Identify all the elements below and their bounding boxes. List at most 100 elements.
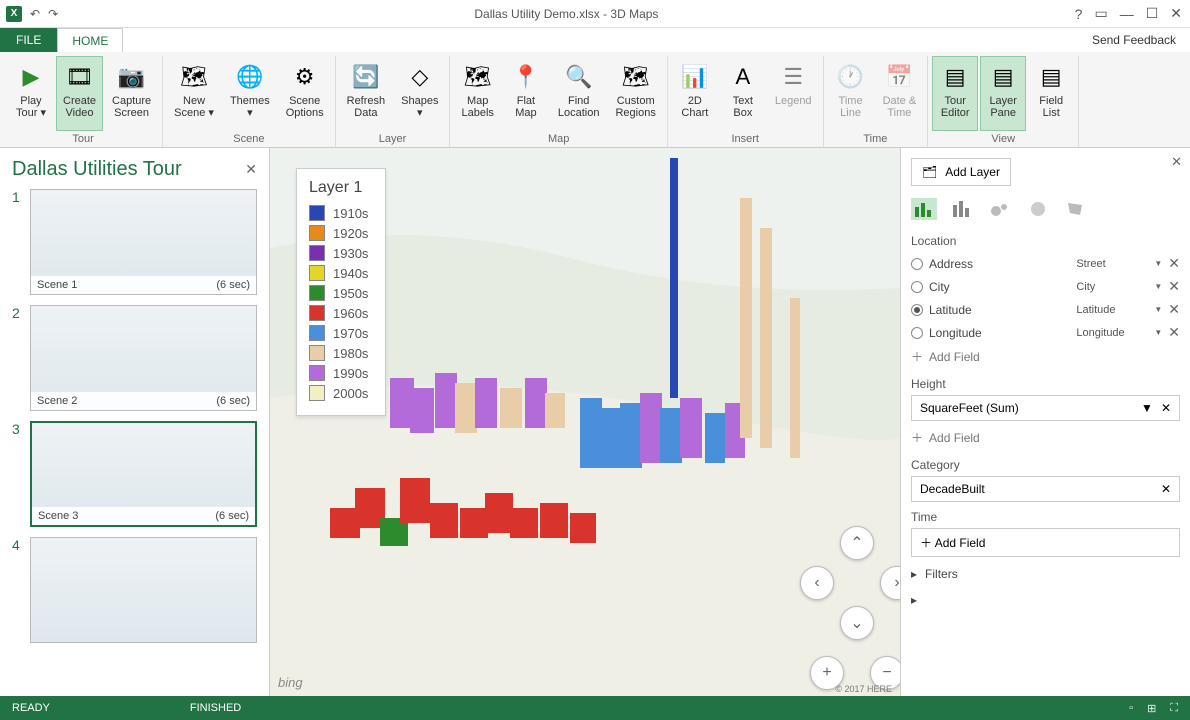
legend-item: 1980s	[309, 345, 373, 361]
field-remove-icon[interactable]: ✕	[1168, 278, 1180, 295]
map-rotate-left-icon[interactable]: ‹	[800, 566, 834, 600]
viz-clustered-column-icon[interactable]	[911, 198, 937, 220]
layer-pane-close-icon[interactable]: ✕	[1171, 154, 1182, 170]
legend-label: 2000s	[333, 386, 368, 401]
undo-icon[interactable]: ↶	[30, 7, 40, 21]
ribbon-map-labels-button[interactable]: 🗺Map Labels	[454, 56, 500, 131]
maximize-icon[interactable]: ☐	[1146, 5, 1159, 22]
scene-name: Scene 2	[37, 395, 77, 407]
geo-type-dropdown[interactable]: Latitude	[1076, 304, 1148, 316]
viz-stacked-column-icon[interactable]	[949, 198, 975, 220]
status-ready: READY	[12, 702, 50, 714]
scene-duration: (6 sec)	[215, 510, 249, 522]
ribbon-text-box-button[interactable]: AText Box	[720, 56, 766, 131]
geo-field-radio[interactable]	[911, 327, 923, 339]
ribbon-find-location-button[interactable]: 🔍Find Location	[551, 56, 607, 131]
geo-field-radio[interactable]	[911, 304, 923, 316]
statusbar-icon-2[interactable]: ⊞	[1147, 702, 1156, 715]
viz-heatmap-icon[interactable]	[1025, 198, 1051, 220]
add-field-label: Add Field	[929, 350, 980, 364]
geo-type-dropdown[interactable]: Longitude	[1076, 327, 1148, 339]
tab-home[interactable]: HOME	[57, 28, 123, 52]
ribbon-flat-map-button[interactable]: 📍Flat Map	[503, 56, 549, 131]
ribbon-shapes-button[interactable]: ◇Shapes ▾	[394, 56, 445, 131]
ribbon-capture-screen-button[interactable]: 📷Capture Screen	[105, 56, 158, 131]
field-remove-icon[interactable]: ✕	[1168, 324, 1180, 341]
ribbon-play-tour-button[interactable]: ▶Play Tour ▾	[8, 56, 54, 131]
scene-thumbnail[interactable]: 4	[12, 537, 257, 643]
ribbon-button-label: Custom Regions	[615, 95, 655, 119]
ribbon-themes-button[interactable]: 🌐Themes ▾	[223, 56, 277, 131]
legend-item: 1950s	[309, 285, 373, 301]
statusbar-icon-1[interactable]: ▫	[1129, 702, 1133, 714]
layers-icon: 🗂	[922, 165, 937, 179]
statusbar-icon-3[interactable]: ⛶	[1170, 702, 1178, 715]
legend-item: 1910s	[309, 205, 373, 221]
ribbon-options-icon[interactable]: ▭	[1094, 5, 1107, 22]
viz-bubble-icon[interactable]	[987, 198, 1013, 220]
geo-type-dropdown[interactable]: Street	[1076, 258, 1148, 270]
ribbon-scene-options-button[interactable]: ⚙Scene Options	[279, 56, 331, 131]
ribbon-group-label: Layer	[340, 131, 446, 147]
bing-logo: bing	[278, 675, 303, 690]
ribbon-group-label: View	[932, 131, 1074, 147]
ribbon-group-label: Tour	[8, 131, 158, 147]
height-field-dropdown[interactable]: SquareFeet (Sum) ▼ ✕	[911, 395, 1180, 421]
scene-name: Scene 3	[38, 510, 78, 522]
map-legend[interactable]: Layer 1 1910s1920s1930s1940s1950s1960s19…	[296, 168, 386, 416]
ribbon-button-label: Play Tour ▾	[16, 95, 46, 119]
minimize-icon[interactable]: —	[1120, 6, 1134, 22]
ribbon-button-label: Tour Editor	[941, 95, 970, 119]
height-add-field[interactable]: ＋ Add Field	[911, 425, 1180, 450]
ribbon-custom-regions-button[interactable]: 🗺Custom Regions	[608, 56, 662, 131]
layer-pane: ✕ 🗂 Add Layer Location AddressStreet▼✕Ci…	[900, 148, 1190, 696]
tab-strip: FILE HOME Send Feedback	[0, 28, 1190, 52]
ribbon-tour-editor-button[interactable]: ▤Tour Editor	[932, 56, 978, 131]
tab-file[interactable]: FILE	[0, 28, 57, 52]
legend-title: Layer 1	[309, 179, 373, 197]
ribbon-new-scene-button[interactable]: 🗺New Scene ▾	[167, 56, 221, 131]
chevron-down-icon: ▼	[1154, 282, 1162, 291]
send-feedback-link[interactable]: Send Feedback	[1092, 28, 1190, 52]
category-field-value: DecadeBuilt	[920, 482, 985, 496]
ribbon-button-label: Shapes ▾	[401, 95, 438, 119]
map-tilt-down-icon[interactable]: ⌄	[840, 606, 874, 640]
geo-field-radio[interactable]	[911, 258, 923, 270]
time-add-field[interactable]: ＋ Add Field	[911, 528, 1180, 557]
layer-options-section-toggle[interactable]: ▸	[911, 587, 1180, 613]
field-remove-icon[interactable]: ✕	[1168, 255, 1180, 272]
close-icon[interactable]: ✕	[1170, 5, 1182, 22]
ribbon-create-video-button[interactable]: 🎞Create Video	[56, 56, 103, 131]
location-add-field[interactable]: ＋ Add Field	[911, 344, 1180, 369]
geo-type-dropdown[interactable]: City	[1076, 281, 1148, 293]
help-icon[interactable]: ?	[1075, 6, 1083, 22]
height-remove-icon[interactable]: ✕	[1161, 401, 1171, 415]
redo-icon[interactable]: ↷	[48, 7, 58, 21]
filters-section-toggle[interactable]: ▸ Filters	[911, 561, 1180, 587]
location-field-row: LatitudeLatitude▼✕	[911, 298, 1180, 321]
ribbon-icon: ▤	[987, 61, 1019, 93]
scene-thumbnail[interactable]: 2Scene 2(6 sec)	[12, 305, 257, 411]
legend-label: 1970s	[333, 326, 368, 341]
ribbon-icon: 🌐	[234, 61, 266, 93]
chevron-right-icon: ▸	[911, 567, 917, 581]
tour-pane-close-icon[interactable]: ✕	[245, 161, 257, 178]
category-field-dropdown[interactable]: DecadeBuilt ✕	[911, 476, 1180, 502]
ribbon-field-list-button[interactable]: ▤Field List	[1028, 56, 1074, 131]
ribbon-button-label: 2D Chart	[681, 95, 708, 119]
ribbon-refresh-data-button[interactable]: 🔄Refresh Data	[340, 56, 393, 131]
add-layer-button[interactable]: 🗂 Add Layer	[911, 158, 1011, 186]
ribbon-icon: 🔍	[563, 61, 595, 93]
ribbon-layer-pane-button[interactable]: ▤Layer Pane	[980, 56, 1026, 131]
ribbon-d-chart-button[interactable]: 📊2D Chart	[672, 56, 718, 131]
ribbon-legend-button: ☰Legend	[768, 56, 819, 131]
ribbon-date-time-button: 📅Date & Time	[876, 56, 924, 131]
viz-region-icon[interactable]	[1063, 198, 1089, 220]
geo-field-radio[interactable]	[911, 281, 923, 293]
field-remove-icon[interactable]: ✕	[1168, 301, 1180, 318]
category-remove-icon[interactable]: ✕	[1161, 482, 1171, 496]
map-viewport[interactable]: Layer 1 1910s1920s1930s1940s1950s1960s19…	[270, 148, 900, 696]
scene-thumbnail[interactable]: 3Scene 3(6 sec)	[12, 421, 257, 527]
scene-thumbnail[interactable]: 1Scene 1(6 sec)	[12, 189, 257, 295]
map-tilt-up-icon[interactable]: ⌃	[840, 526, 874, 560]
